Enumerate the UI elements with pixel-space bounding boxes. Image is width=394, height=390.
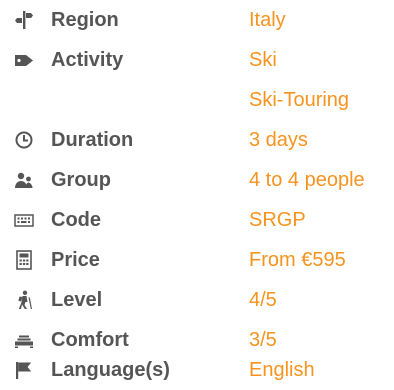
code-value: SRGP	[249, 209, 306, 231]
price-label: Price	[51, 249, 100, 271]
comfort-value: 3/5	[249, 329, 277, 351]
info-row-group: Group 4 to 4 people	[0, 166, 394, 200]
comfort-label: Comfort	[51, 329, 129, 351]
tag-icon	[14, 50, 34, 70]
hiker-icon	[14, 290, 34, 310]
info-row-activity: Activity Ski	[0, 46, 394, 80]
bed-icon	[14, 330, 34, 350]
clock-icon	[14, 130, 34, 150]
activity-label: Activity	[51, 49, 124, 71]
info-row-region: Region Italy	[0, 6, 394, 40]
signpost-icon	[14, 10, 34, 30]
region-label: Region	[51, 9, 119, 31]
duration-value: 3 days	[249, 129, 308, 151]
languages-value-link[interactable]: English	[249, 356, 315, 384]
trip-info-list: Region Italy Activity Ski Ski-Touring Du…	[0, 0, 394, 385]
price-value: From €595	[249, 249, 346, 271]
group-value: 4 to 4 people	[249, 169, 365, 191]
info-row-code: Code SRGP	[0, 206, 394, 240]
group-label: Group	[51, 169, 111, 191]
activity-value-ski-touring-link[interactable]: Ski-Touring	[249, 86, 349, 114]
languages-label: Language(s)	[51, 359, 170, 381]
info-row-activity-continued: Ski-Touring	[0, 86, 394, 120]
activity-value-ski-link[interactable]: Ski	[249, 46, 277, 74]
region-value-link[interactable]: Italy	[249, 6, 286, 34]
keyboard-icon	[14, 210, 34, 230]
group-icon	[14, 170, 34, 190]
calculator-icon	[14, 250, 34, 270]
info-row-level: Level 4/5	[0, 286, 394, 320]
flag-icon	[14, 360, 34, 380]
code-label: Code	[51, 209, 101, 231]
info-row-price: Price From €595	[0, 246, 394, 280]
info-row-comfort: Comfort 3/5	[0, 326, 394, 360]
level-label: Level	[51, 289, 103, 311]
info-row-duration: Duration 3 days	[0, 126, 394, 160]
level-value: 4/5	[249, 289, 277, 311]
duration-label: Duration	[51, 129, 134, 151]
